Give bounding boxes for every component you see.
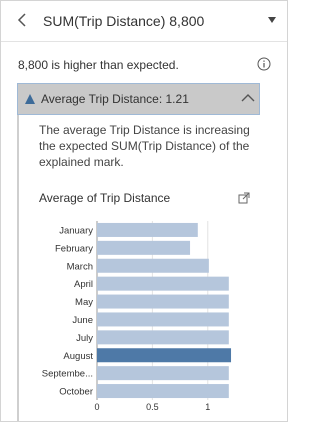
category-label: January <box>59 225 93 236</box>
triangle-up-icon <box>25 94 35 104</box>
bar-october[interactable] <box>97 384 229 399</box>
category-label: March <box>67 261 93 272</box>
bar-august[interactable] <box>97 348 232 363</box>
trip-distance-bar-chart: 0 0.5 1 January February March April May June Jul… <box>42 221 232 412</box>
category-label: October <box>59 387 93 398</box>
explanation-text: The average Trip Distance is increasing … <box>39 123 250 169</box>
chevron-left-icon <box>17 13 26 27</box>
info-button[interactable] <box>257 57 271 71</box>
bar-february[interactable] <box>97 240 191 255</box>
panel-header: SUM(Trip Distance) 8,800 <box>1 1 287 42</box>
x-tick-label: 0 <box>94 402 99 412</box>
page-title: SUM(Trip Distance) 8,800 <box>43 13 205 29</box>
category-label: May <box>75 297 93 308</box>
bar-july[interactable] <box>97 330 229 345</box>
summary-text: 8,800 is higher than expected. <box>18 58 179 72</box>
caret-down-icon <box>268 17 276 23</box>
section-divider <box>17 115 19 421</box>
popout-button[interactable] <box>238 191 250 204</box>
explanation-section-header[interactable]: Average Trip Distance: 1.21 <box>17 83 260 115</box>
info-icon <box>257 57 271 71</box>
popout-icon <box>238 192 250 204</box>
explain-data-panel: SUM(Trip Distance) 8,800 8,800 is higher… <box>0 0 288 422</box>
x-tick-label: 0.5 <box>146 402 159 412</box>
bar-june[interactable] <box>97 312 229 327</box>
bar-septembe[interactable] <box>97 366 229 381</box>
x-tick-label: 1 <box>205 402 210 412</box>
chart-title: Average of Trip Distance <box>39 191 171 205</box>
category-label: Septembe... <box>42 369 93 380</box>
bar-january[interactable] <box>97 222 198 237</box>
category-label: February <box>55 243 93 254</box>
menu-dropdown-button[interactable] <box>265 13 279 27</box>
category-label: August <box>63 351 93 362</box>
category-label: April <box>74 279 93 290</box>
back-button[interactable] <box>13 11 31 29</box>
section-label: Average Trip Distance: 1.21 <box>41 92 189 106</box>
bar-march[interactable] <box>97 258 209 273</box>
bar-may[interactable] <box>97 294 229 309</box>
bar-april[interactable] <box>97 276 229 291</box>
category-label: June <box>72 315 93 326</box>
category-label: July <box>76 333 93 344</box>
chevron-up-icon[interactable] <box>241 93 255 103</box>
